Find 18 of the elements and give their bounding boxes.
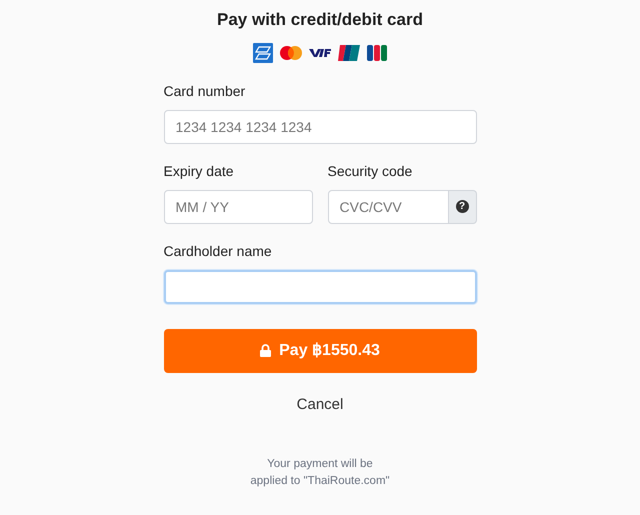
input-field[interactable]: [164, 270, 476, 304]
field-label: Cardholder name: [164, 242, 273, 260]
lock-icon: [260, 344, 272, 357]
field-label: Card number: [164, 82, 246, 100]
card-brand-icon: [338, 44, 360, 60]
card-brand-icon: [367, 44, 387, 60]
input-field[interactable]: MM / YY: [164, 190, 312, 224]
input-field[interactable]: 1234 1234 1234 1234: [164, 110, 476, 144]
card-brand-icon: [253, 42, 273, 62]
card-brand-icon: [309, 48, 331, 56]
dialog-title: Pay with credit/debit card: [217, 9, 423, 31]
cancel-button[interactable]: Cancel: [296, 394, 344, 416]
input-field[interactable]: CVC/CVV: [328, 190, 448, 224]
card-brand-icon: [280, 46, 302, 60]
field-label: Security code: [328, 162, 414, 181]
help-icon[interactable]: ?: [456, 200, 468, 213]
field-label: Expiry date: [164, 162, 235, 181]
payment-note: Your payment will be applied to "ThaiRoute.com": [250, 457, 390, 489]
